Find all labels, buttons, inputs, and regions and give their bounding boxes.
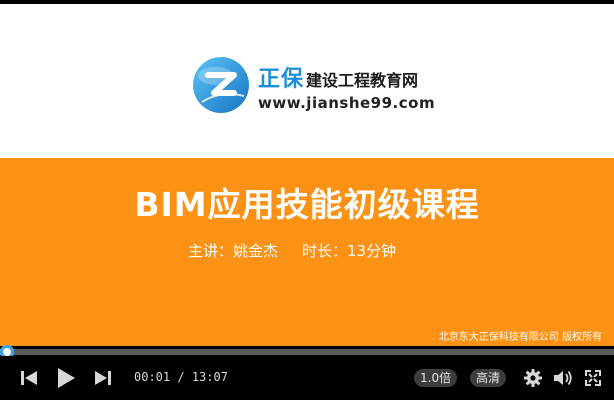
next-button[interactable] xyxy=(92,365,114,391)
play-button[interactable] xyxy=(54,365,78,391)
course-title: BIM应用技能初级课程 xyxy=(134,185,480,224)
volume-button[interactable] xyxy=(552,365,574,391)
course-meta: 主讲：姚金杰 时长：13分钟 xyxy=(188,240,396,261)
brand-name-main: 正保 xyxy=(258,67,305,92)
fullscreen-icon xyxy=(585,370,601,386)
previous-icon xyxy=(21,371,37,385)
brand-logo: 正保 建设工程教育网 www.jianshe99.com xyxy=(192,56,436,122)
quality-button[interactable]: 高清 xyxy=(470,369,507,387)
volume-icon xyxy=(554,370,572,386)
control-bar: 00:01 / 13:07 1.0倍 高清 xyxy=(0,356,614,400)
total-time: 13:07 xyxy=(191,370,228,384)
playback-speed-button[interactable]: 1.0倍 xyxy=(414,369,458,387)
copyright-notice: 北京东大正保科技有限公司 版权所有 xyxy=(438,332,602,343)
brand-name: 正保 建设工程教育网 xyxy=(258,61,418,93)
brand-logo-icon xyxy=(193,57,249,113)
settings-button[interactable] xyxy=(522,365,544,391)
duration-label: 时长：13分钟 xyxy=(302,242,397,260)
progress-bar[interactable] xyxy=(0,349,614,355)
slide-body-area: BIM应用技能初级课程 主讲：姚金杰 时长：13分钟 北京东大正保科技有限公司 版… xyxy=(0,158,614,346)
brand-name-sub: 建设工程教育网 xyxy=(306,71,419,90)
lecturer-label: 主讲：姚金杰 xyxy=(188,242,279,260)
previous-button[interactable] xyxy=(18,365,40,391)
settings-gear-icon xyxy=(524,369,542,387)
video-frame[interactable]: 正保 建设工程教育网 www.jianshe99.com BIM应用技能初级课程 … xyxy=(0,4,614,346)
fullscreen-button[interactable] xyxy=(582,365,604,391)
current-time: 00:01 xyxy=(134,370,171,384)
time-display: 00:01 / 13:07 xyxy=(134,370,228,384)
next-icon xyxy=(95,371,111,385)
brand-url: www.jianshe99.com xyxy=(258,94,436,112)
play-icon xyxy=(58,368,75,388)
video-player: 正保 建设工程教育网 www.jianshe99.com BIM应用技能初级课程 … xyxy=(0,0,614,400)
